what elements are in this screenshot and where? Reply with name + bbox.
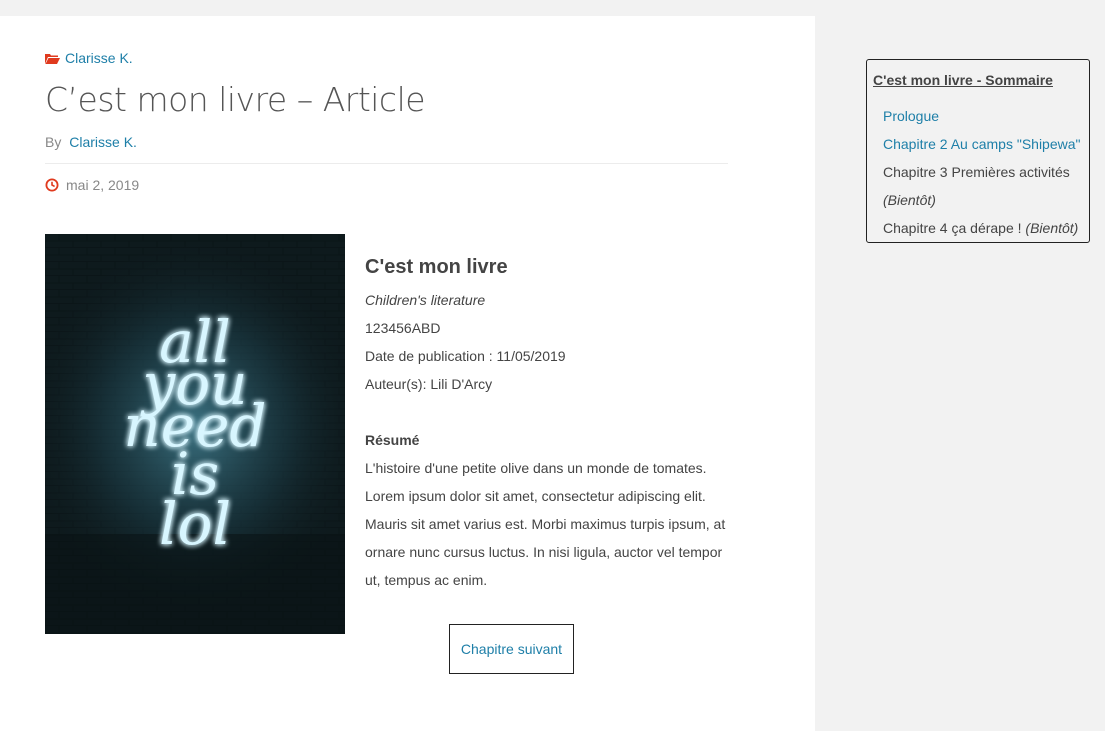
toc-chapter-3-note: (Bientôt)	[883, 192, 936, 208]
toc-link-prologue[interactable]: Prologue	[883, 108, 939, 124]
toc-list: Prologue Chapitre 2 Au camps "Shipewa" C…	[873, 102, 1089, 242]
clock-icon	[45, 178, 59, 192]
toc-item: Chapitre 4 ça dérape ! (Bientôt)	[883, 214, 1089, 242]
publication-date: Date de publication : 11/05/2019	[365, 348, 566, 364]
table-of-contents: C'est mon livre - Sommaire Prologue Chap…	[866, 59, 1090, 243]
toc-chapter-3: Chapitre 3 Premières activités	[883, 164, 1070, 180]
by-label: By	[45, 134, 62, 150]
book-isbn: 123456ABD	[365, 320, 441, 336]
page-title: C’est mon livre – Article	[45, 80, 426, 119]
book-genre: Children's literature	[365, 292, 486, 308]
toc-chapter-4: Chapitre 4 ça dérape !	[883, 220, 1022, 236]
category-link[interactable]: Clarisse K.	[65, 50, 133, 66]
book-cover-image: all you need is lol	[45, 234, 345, 634]
main-content: Clarisse K. C’est mon livre – Article By…	[0, 16, 815, 731]
folder-icon	[45, 53, 60, 64]
toc-item: Prologue	[883, 102, 1089, 130]
toc-link-chapter-2[interactable]: Chapitre 2 Au camps "Shipewa"	[883, 136, 1081, 152]
toc-chapter-4-note: (Bientôt)	[1025, 220, 1079, 236]
byline: By Clarisse K.	[45, 134, 137, 150]
author-link[interactable]: Clarisse K.	[69, 134, 137, 150]
book-authors: Auteur(s): Lili D'Arcy	[365, 376, 493, 392]
post-date: mai 2, 2019	[66, 177, 140, 193]
next-chapter-button[interactable]: Chapitre suivant	[449, 624, 574, 674]
resume-heading: Résumé	[365, 432, 420, 448]
toc-item: Chapitre 3 Premières activités (Bientôt)	[883, 158, 1089, 214]
divider	[45, 163, 728, 164]
date-line: mai 2, 2019	[45, 177, 139, 193]
neon-word: lol	[159, 490, 231, 558]
book-info: C'est mon livre Children's literature 12…	[365, 254, 735, 594]
toc-item: Chapitre 2 Au camps "Shipewa"	[883, 130, 1089, 158]
resume-text: L'histoire d'une petite olive dans un mo…	[365, 460, 726, 588]
book-title: C'est mon livre	[365, 256, 508, 278]
toc-title: C'est mon livre - Sommaire	[873, 72, 1053, 88]
category-line: Clarisse K.	[45, 50, 133, 66]
